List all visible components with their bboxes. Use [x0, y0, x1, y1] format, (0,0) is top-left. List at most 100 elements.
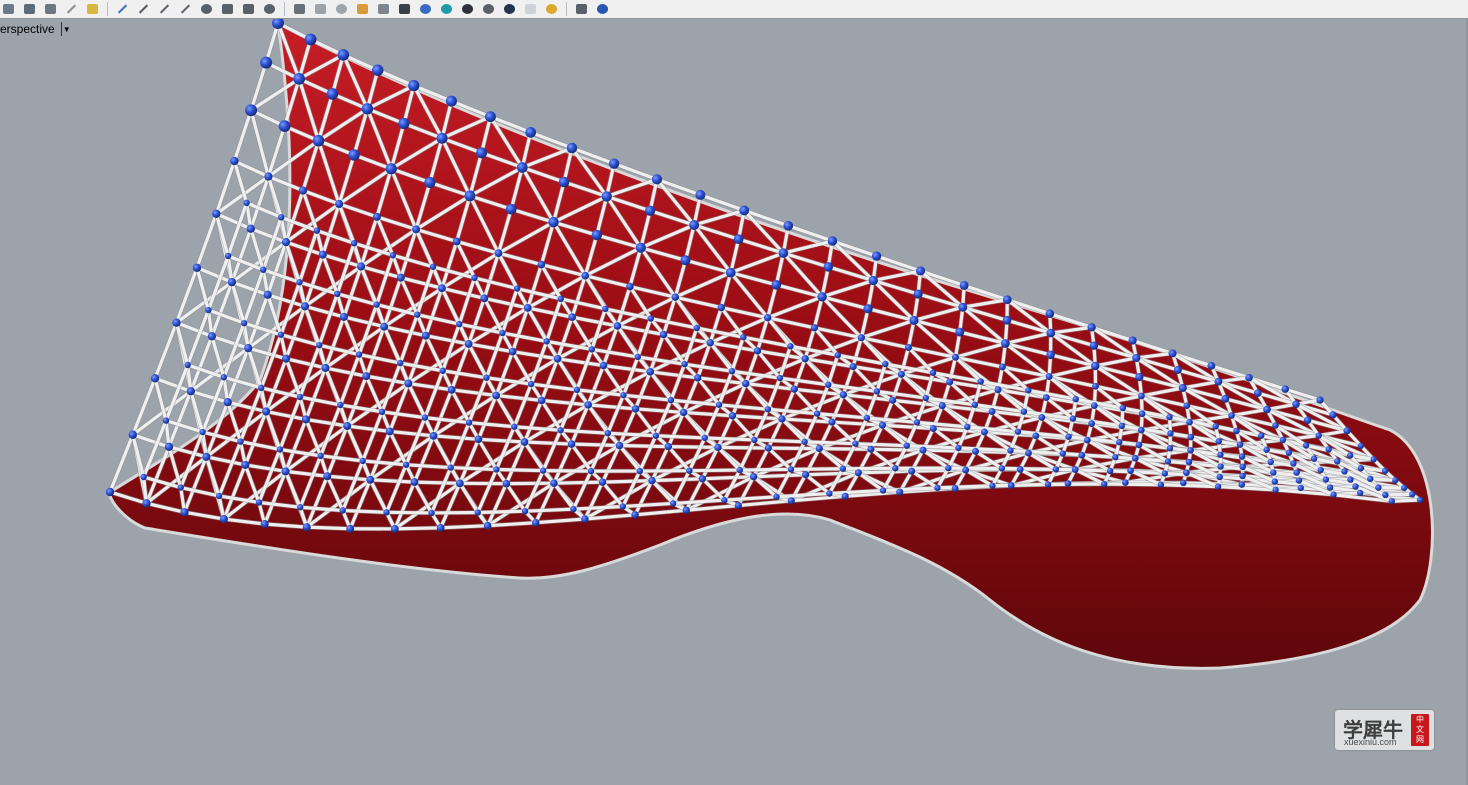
zoom-selected-button[interactable] [261, 2, 278, 16]
strut [1383, 492, 1414, 497]
cut-button[interactable] [63, 2, 80, 16]
node-sphere [398, 117, 410, 130]
node-sphere [903, 442, 910, 449]
rendered-sphere-button[interactable] [480, 2, 497, 16]
undo-button[interactable] [114, 2, 131, 16]
render-globe-button[interactable] [438, 2, 455, 16]
node-sphere [1186, 418, 1193, 426]
material-button[interactable] [459, 2, 476, 16]
node-sphere [362, 372, 371, 381]
viewport-layout-button[interactable] [291, 2, 308, 16]
node-sphere [296, 279, 303, 286]
node-sphere [825, 381, 832, 388]
node-sphere [1178, 383, 1187, 393]
node-sphere [1293, 469, 1300, 476]
node-sphere [1127, 467, 1134, 474]
node-sphere [601, 191, 612, 202]
node-sphere [390, 524, 399, 533]
node-sphere [751, 436, 758, 444]
node-sphere [682, 506, 690, 514]
node-sphere [977, 378, 984, 385]
help-button[interactable] [594, 2, 611, 16]
space-frame-model[interactable] [0, 19, 1468, 785]
layer-button[interactable] [396, 2, 413, 16]
chevron-down-icon[interactable]: ▼ [60, 22, 72, 36]
node-sphere [240, 319, 248, 327]
shaded-sphere-button[interactable] [501, 2, 518, 16]
object-properties-button[interactable] [354, 2, 371, 16]
node-sphere [224, 252, 232, 260]
select-button[interactable] [135, 2, 152, 16]
node-sphere [1228, 412, 1235, 419]
node-sphere [537, 396, 546, 405]
node-sphere [474, 509, 481, 516]
node-sphere [383, 509, 390, 516]
node-sphere [573, 386, 581, 394]
strut [703, 436, 757, 442]
cut-icon [66, 4, 77, 14]
node-sphere [1367, 475, 1374, 483]
node-sphere [892, 465, 899, 472]
node-sphere [897, 370, 905, 378]
toolbar-layout-button[interactable] [573, 2, 590, 16]
node-sphere [1343, 427, 1351, 435]
node-sphere [951, 484, 959, 492]
rotate-button[interactable] [177, 2, 194, 16]
viewport-name[interactable]: erspective [0, 22, 59, 36]
node-sphere [934, 484, 941, 492]
node-sphere [513, 285, 521, 292]
strut [666, 445, 720, 450]
node-sphere [1271, 478, 1279, 485]
node-sphere [626, 282, 634, 291]
copy-button[interactable] [42, 2, 59, 16]
sun-button[interactable] [543, 2, 560, 16]
cplane-button[interactable] [333, 2, 350, 16]
viewport-title-tab[interactable]: erspective ▼ [0, 21, 72, 37]
node-sphere [408, 79, 420, 92]
strut [412, 480, 462, 485]
environment-button[interactable] [522, 2, 539, 16]
pan-button[interactable] [156, 2, 173, 16]
node-sphere [764, 406, 772, 413]
node-sphere [337, 49, 350, 61]
print-button[interactable] [21, 2, 38, 16]
node-sphere [570, 505, 577, 513]
node-sphere [636, 467, 643, 475]
node-sphere [264, 172, 273, 181]
grid-button[interactable] [312, 2, 329, 16]
node-sphere [839, 391, 847, 399]
node-sphere [591, 229, 602, 241]
node-sphere [1375, 484, 1382, 491]
node-sphere [680, 255, 691, 266]
zoom-button[interactable] [198, 2, 215, 16]
node-sphere [297, 504, 304, 511]
node-sphere [1281, 385, 1289, 393]
node-sphere [520, 438, 529, 446]
node-sphere [1295, 477, 1303, 484]
perspective-viewport[interactable]: erspective ▼ [0, 19, 1468, 785]
node-sphere [276, 446, 284, 453]
save-button[interactable] [0, 2, 17, 16]
node-sphere [634, 353, 642, 361]
toolbar [0, 0, 1468, 19]
node-sphere [220, 374, 228, 381]
node-sphere [1329, 411, 1337, 419]
node-sphere [445, 95, 457, 107]
paste-button[interactable] [84, 2, 101, 16]
node-sphere [647, 315, 654, 322]
node-sphere [337, 401, 344, 409]
node-sphere [1322, 476, 1330, 483]
node-sphere [447, 385, 456, 394]
zoom-window-button[interactable] [219, 2, 236, 16]
node-sphere [879, 487, 887, 494]
toolbar-layout-icon [576, 4, 587, 14]
zoom-selected-icon [264, 4, 275, 14]
node-sphere [1217, 451, 1224, 458]
node-sphere [1168, 349, 1177, 358]
zoom-extents-button[interactable] [240, 2, 257, 16]
light-button[interactable] [375, 2, 392, 16]
render-preview-button[interactable] [417, 2, 434, 16]
pan-icon [159, 4, 170, 14]
node-sphere [1078, 451, 1086, 459]
node-sphere [693, 374, 702, 382]
